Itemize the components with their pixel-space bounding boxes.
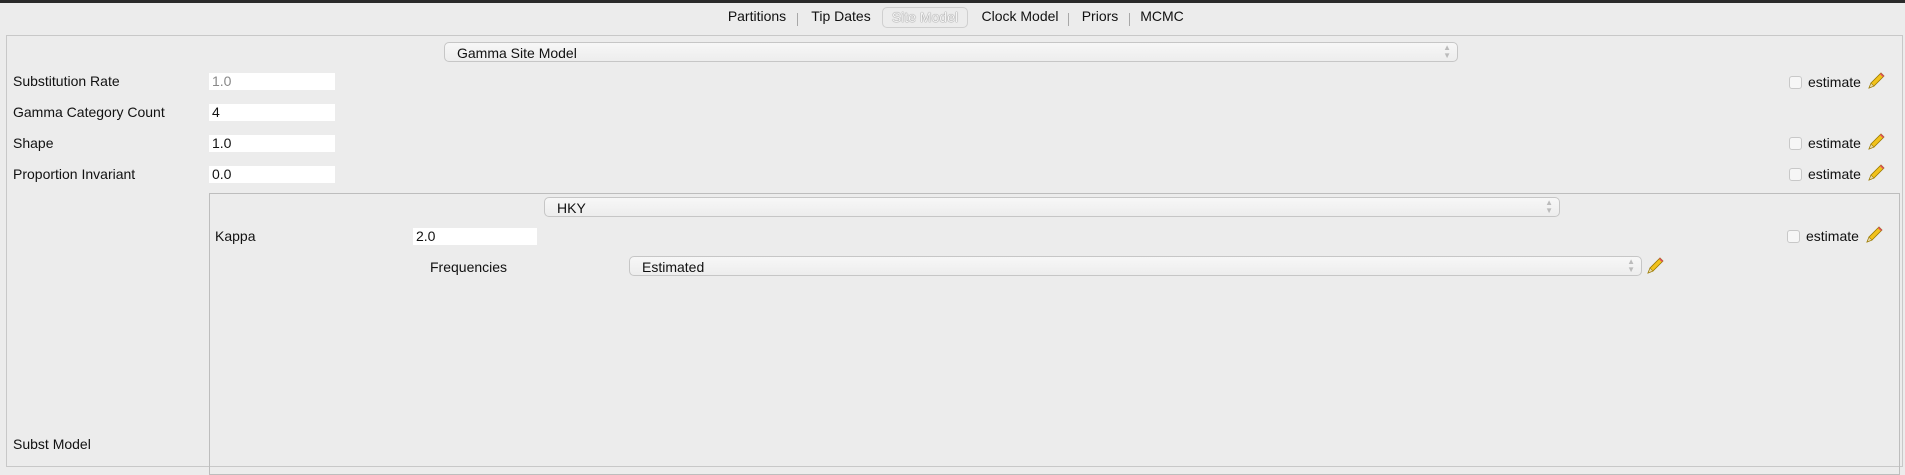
tab-mcmc[interactable]: MCMC [1139,7,1185,26]
substitution-rate-field[interactable]: 1.0 [209,73,335,90]
gamma-category-count-label: Gamma Category Count [13,104,165,120]
proportion-invariant-label: Proportion Invariant [13,166,136,182]
frequencies-selector-value: Estimated [642,259,705,275]
tab-partitions[interactable]: Partitions [724,7,790,26]
pencil-icon[interactable] [1866,71,1886,91]
shape-estimate-checkbox[interactable] [1789,137,1802,150]
tab-tip-dates[interactable]: Tip Dates [808,7,874,26]
up-down-chevron-icon: ▲ ▼ [1627,257,1635,274]
up-down-chevron-icon: ▲ ▼ [1545,198,1553,215]
gamma-category-count-field[interactable]: 4 [209,104,335,121]
up-down-chevron-icon: ▲ ▼ [1443,43,1451,60]
shape-label: Shape [13,135,54,151]
kappa-estimate-label: estimate [1806,228,1859,244]
frequencies-label: Frequencies [430,259,508,275]
shape-field[interactable]: 1.0 [209,135,335,152]
window-top-border [0,0,1905,3]
subst-model-label: Subst Model [13,436,91,452]
proportion-invariant-estimate-checkbox[interactable] [1789,168,1802,181]
tab-separator [1068,13,1069,26]
tab-bar: Partitions Tip Dates Site Model Clock Mo… [0,5,1905,29]
frequencies-selector[interactable]: Estimated ▲ ▼ [629,256,1642,276]
shape-estimate-label: estimate [1808,135,1861,151]
kappa-field[interactable]: 2.0 [413,228,537,245]
proportion-invariant-field[interactable]: 0.0 [209,166,335,183]
tab-separator [1129,13,1130,26]
proportion-invariant-estimate-label: estimate [1808,166,1861,182]
site-model-selector[interactable]: Gamma Site Model ▲ ▼ [444,42,1458,62]
tab-priors[interactable]: Priors [1077,7,1123,26]
tab-site-model[interactable]: Site Model [882,7,968,28]
substitution-rate-estimate-label: estimate [1808,74,1861,90]
subst-model-selector[interactable]: HKY ▲ ▼ [544,197,1560,217]
pencil-icon[interactable] [1866,132,1886,152]
pencil-icon[interactable] [1864,225,1884,245]
kappa-estimate-checkbox[interactable] [1787,230,1800,243]
kappa-label: Kappa [215,228,256,244]
pencil-icon[interactable] [1866,163,1886,183]
site-model-selector-value: Gamma Site Model [457,45,577,61]
substitution-rate-estimate-checkbox[interactable] [1789,76,1802,89]
tab-separator [797,13,798,26]
subst-model-selector-value: HKY [557,200,586,216]
tab-clock-model[interactable]: Clock Model [979,7,1061,26]
pencil-icon[interactable] [1645,256,1665,276]
substitution-rate-label: Substitution Rate [13,73,120,89]
